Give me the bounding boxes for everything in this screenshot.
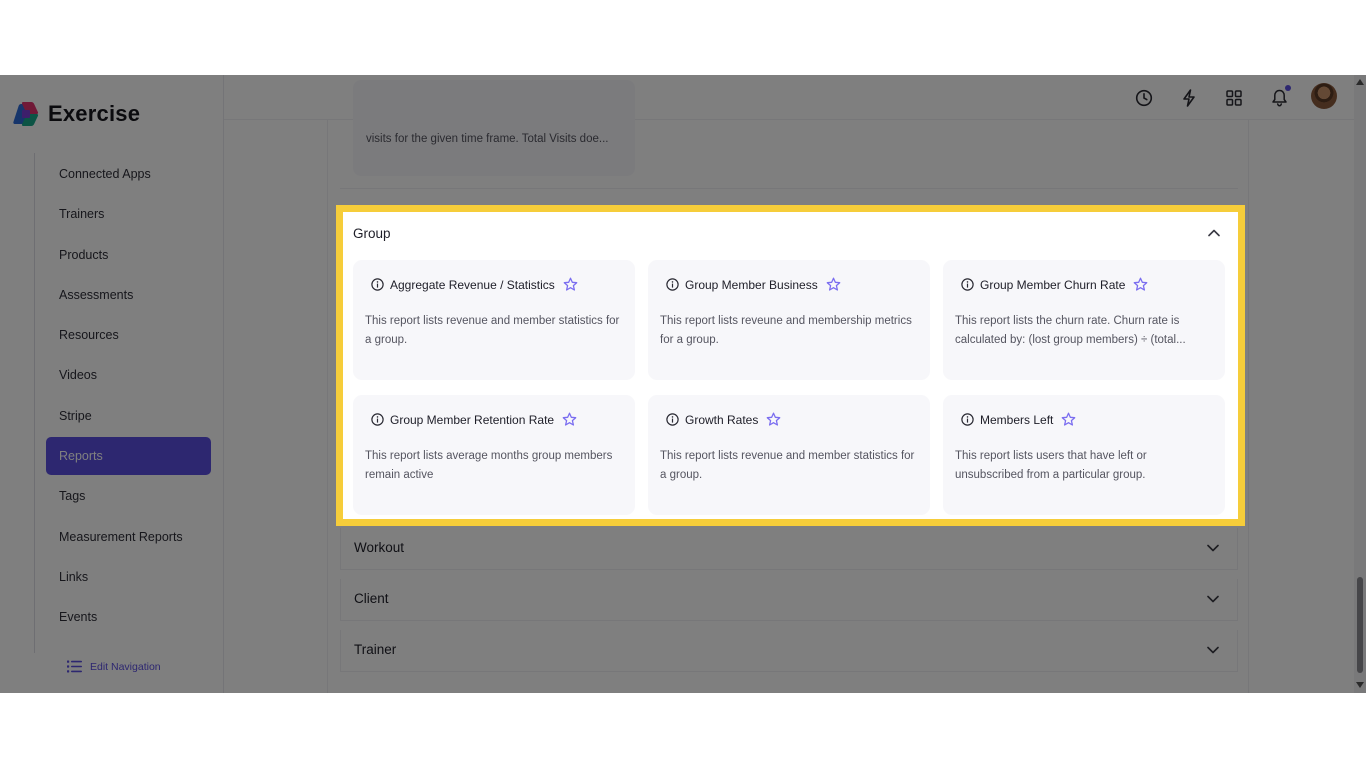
edit-navigation-button[interactable]: Edit Navigation: [67, 660, 161, 673]
sidebar-item-tags[interactable]: Tags: [46, 477, 211, 515]
section-title: Trainer: [354, 642, 397, 657]
star-icon[interactable]: [766, 412, 781, 427]
report-card[interactable]: Group Member Churn Rate This report lists…: [943, 260, 1225, 380]
sidebar-item-assessments[interactable]: Assessments: [46, 276, 211, 314]
info-icon[interactable]: [961, 413, 974, 426]
sidebar-item-connected-apps[interactable]: Connected Apps: [46, 155, 211, 193]
sidebar-nav: Connected Apps Trainers Products Assessment…: [46, 155, 211, 639]
report-card-description: This report lists users that have left o…: [955, 450, 1147, 481]
info-icon[interactable]: [666, 278, 679, 291]
bolt-icon: [1183, 89, 1195, 107]
report-card-header: Group Member Retention Rate: [371, 412, 577, 427]
chevron-up-icon[interactable]: [1208, 229, 1220, 237]
scrollbar-thumb[interactable]: [1357, 577, 1363, 673]
group-section: Group Aggregate Revenue / Statistics This…: [336, 205, 1245, 526]
report-card-description: This report lists average months group m…: [365, 450, 613, 481]
nav-rail: [34, 153, 35, 653]
apps-grid-icon: [1226, 90, 1242, 106]
scrollbar[interactable]: [1354, 75, 1366, 693]
bell-icon: [1271, 89, 1287, 107]
user-avatar[interactable]: [1311, 83, 1337, 109]
app-logo[interactable]: Exercise: [12, 101, 141, 127]
report-card-description: This report lists revenue and member sta…: [365, 315, 620, 346]
star-icon[interactable]: [1061, 412, 1076, 427]
report-card-title: Group Member Retention Rate: [390, 412, 555, 427]
scroll-down-arrow[interactable]: [1356, 682, 1364, 688]
star-icon[interactable]: [563, 277, 578, 292]
report-card-description: This report lists the churn rate. Churn …: [955, 315, 1186, 346]
report-card-header: Growth Rates: [666, 412, 781, 427]
sidebar-item-events[interactable]: Events: [46, 598, 211, 636]
report-card-header: Group Member Business: [666, 277, 841, 292]
sidebar-item-reports[interactable]: Reports: [46, 437, 211, 476]
report-card-header: Group Member Churn Rate: [961, 277, 1148, 292]
report-card-description: This report lists revenue and member sta…: [660, 450, 915, 481]
report-card[interactable]: Growth Rates This report lists revenue an…: [648, 395, 930, 515]
sidebar: Exercise Connected Apps Trainers Products A…: [0, 75, 224, 693]
report-card[interactable]: visits for the given time frame. Total V…: [353, 80, 635, 176]
report-card[interactable]: Aggregate Revenue / Statistics This repor…: [353, 260, 635, 380]
sidebar-item-label: Trainers: [59, 207, 105, 222]
apps-button[interactable]: [1221, 85, 1247, 111]
history-icon: [1135, 89, 1153, 107]
report-card-description: visits for the given time frame. Total V…: [366, 133, 609, 145]
logo-icon: [12, 102, 40, 126]
sidebar-item-stripe[interactable]: Stripe: [46, 397, 211, 435]
chevron-down-icon: [1207, 595, 1219, 603]
section-workout[interactable]: Workout: [340, 528, 1238, 570]
section-title: Workout: [354, 540, 405, 555]
report-card-title: Growth Rates: [685, 412, 759, 427]
report-card-description: This report lists reveune and membership…: [660, 315, 912, 346]
sidebar-item-measurement-reports[interactable]: Measurement Reports: [46, 518, 211, 556]
notification-dot: [1285, 85, 1291, 91]
section-divider: [340, 188, 1238, 189]
sidebar-item-label: Events: [59, 610, 98, 625]
section-client[interactable]: Client: [340, 579, 1238, 621]
report-card-title: Aggregate Revenue / Statistics: [390, 277, 555, 292]
star-icon[interactable]: [562, 412, 577, 427]
star-icon[interactable]: [826, 277, 841, 292]
chevron-down-icon: [1207, 646, 1219, 654]
sidebar-item-label: Links: [59, 569, 89, 584]
info-icon[interactable]: [961, 278, 974, 291]
sidebar-item-label: Resources: [59, 328, 119, 343]
report-card[interactable]: Group Member Retention Rate This report l…: [353, 395, 635, 515]
history-button[interactable]: [1131, 85, 1157, 111]
report-card-header: Aggregate Revenue / Statistics: [371, 277, 578, 292]
report-card[interactable]: Group Member Business This report lists r…: [648, 260, 930, 380]
section-trainer[interactable]: Trainer: [340, 630, 1238, 672]
info-icon[interactable]: [666, 413, 679, 426]
edit-navigation-label: Edit Navigation: [90, 660, 161, 673]
sidebar-item-links[interactable]: Links: [46, 558, 211, 596]
sidebar-item-label: Measurement Reports: [59, 529, 183, 544]
star-icon[interactable]: [1133, 277, 1148, 292]
quick-actions-button[interactable]: [1176, 85, 1202, 111]
section-title: Client: [354, 591, 389, 606]
sidebar-item-label: Assessments: [59, 287, 134, 302]
info-icon[interactable]: [371, 278, 384, 291]
sidebar-item-videos[interactable]: Videos: [46, 356, 211, 394]
sidebar-item-label: Connected Apps: [59, 167, 151, 181]
sidebar-item-label: Products: [59, 247, 109, 262]
sidebar-item-products[interactable]: Products: [46, 236, 211, 274]
sidebar-item-label: Reports: [59, 449, 103, 464]
report-card-title: Group Member Business: [685, 277, 818, 292]
sidebar-item-label: Tags: [59, 489, 86, 504]
section-title: Group: [353, 226, 391, 241]
app-name: Exercise: [48, 101, 141, 126]
sidebar-item-trainers[interactable]: Trainers: [46, 195, 211, 233]
report-card[interactable]: Members Left This report lists users that…: [943, 395, 1225, 515]
scroll-up-arrow[interactable]: [1356, 79, 1364, 85]
sidebar-item-resources[interactable]: Resources: [46, 316, 211, 354]
report-card-header: Members Left: [961, 412, 1076, 427]
list-icon: [67, 660, 82, 673]
chevron-down-icon: [1207, 544, 1219, 552]
info-icon[interactable]: [371, 413, 384, 426]
sidebar-item-label: Videos: [59, 368, 97, 383]
sidebar-item-label: Stripe: [59, 408, 92, 423]
report-card-title: Group Member Churn Rate: [980, 277, 1126, 292]
notifications-button[interactable]: [1266, 85, 1292, 111]
report-card-title: Members Left: [980, 412, 1054, 427]
